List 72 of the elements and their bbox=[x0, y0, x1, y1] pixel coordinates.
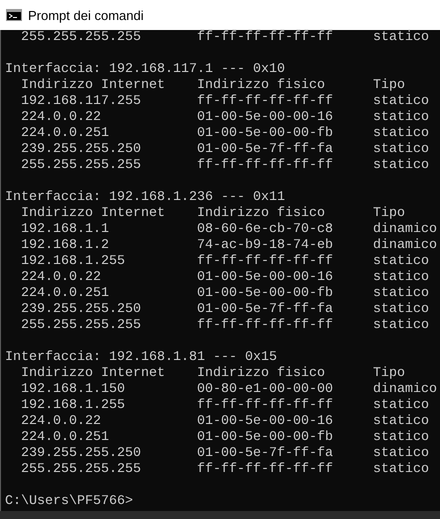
mac-address: ff-ff-ff-ff-ff-ff bbox=[197, 158, 334, 174]
mac-address: 08-60-6e-cb-70-c8 bbox=[197, 222, 334, 238]
mac-address: ff-ff-ff-ff-ff-ff bbox=[197, 94, 334, 110]
column-header: Indirizzo Internet bbox=[21, 206, 166, 222]
entry-type: statico bbox=[373, 94, 430, 110]
ip-address: 224.0.0.251 bbox=[21, 286, 110, 302]
entry-type: statico bbox=[373, 318, 430, 334]
mac-address: 01-00-5e-7f-ff-fa bbox=[197, 446, 334, 462]
ip-address: 192.168.1.150 bbox=[21, 382, 126, 398]
column-header: Indirizzo Internet bbox=[21, 78, 166, 94]
mac-address: 01-00-5e-00-00-16 bbox=[197, 414, 334, 430]
mac-address: 01-00-5e-00-00-16 bbox=[197, 110, 334, 126]
ip-address: 224.0.0.22 bbox=[21, 270, 102, 286]
ip-address: 255.255.255.255 bbox=[21, 462, 142, 478]
column-header: Indirizzo fisico bbox=[197, 366, 326, 382]
column-header: Indirizzo fisico bbox=[197, 78, 326, 94]
entry-type: statico bbox=[373, 270, 430, 286]
ip-address: 224.0.0.22 bbox=[21, 110, 102, 126]
mac-address: 01-00-5e-00-00-fb bbox=[197, 286, 334, 302]
mac-address: 74-ac-b9-18-74-eb bbox=[197, 238, 334, 254]
interface-line: Interfaccia: 192.168.117.1 --- 0x10 bbox=[5, 62, 285, 77]
entry-type: statico bbox=[373, 158, 430, 174]
column-header: Indirizzo fisico bbox=[197, 206, 326, 222]
ip-address: 224.0.0.251 bbox=[21, 126, 110, 142]
interface-line: Interfaccia: 192.168.1.236 --- 0x11 bbox=[5, 190, 285, 205]
ip-address: 192.168.117.255 bbox=[21, 94, 142, 110]
terminal-icon bbox=[6, 9, 22, 21]
mac-address: ff-ff-ff-ff-ff-ff bbox=[197, 318, 334, 334]
ip-address: 255.255.255.255 bbox=[21, 158, 142, 174]
entry-type: statico bbox=[373, 142, 430, 158]
command-prompt[interactable]: C:\Users\PF5766> bbox=[5, 494, 133, 509]
entry-type: statico bbox=[373, 126, 430, 142]
ip-address: 192.168.1.255 bbox=[21, 398, 126, 414]
ip-address: 255.255.255.255 bbox=[21, 30, 142, 46]
entry-type: statico bbox=[373, 430, 430, 446]
interface-line: Interfaccia: 192.168.1.81 --- 0x15 bbox=[5, 350, 277, 365]
entry-type: statico bbox=[373, 398, 430, 414]
entry-type: statico bbox=[373, 254, 430, 270]
ip-address: 255.255.255.255 bbox=[21, 318, 142, 334]
mac-address: ff-ff-ff-ff-ff-ff bbox=[197, 462, 334, 478]
entry-type: statico bbox=[373, 286, 430, 302]
mac-address: ff-ff-ff-ff-ff-ff bbox=[197, 30, 334, 46]
ip-address: 192.168.1.1 bbox=[21, 222, 110, 238]
column-header: Tipo bbox=[373, 206, 406, 222]
ip-address: 192.168.1.255 bbox=[21, 254, 126, 270]
column-header: Indirizzo Internet bbox=[21, 366, 166, 382]
ip-address: 224.0.0.251 bbox=[21, 430, 110, 446]
entry-type: dinamico bbox=[373, 382, 438, 398]
entry-type: dinamico bbox=[373, 238, 438, 254]
mac-address: ff-ff-ff-ff-ff-ff bbox=[197, 254, 334, 270]
column-header: Tipo bbox=[373, 78, 406, 94]
mac-address: 00-80-e1-00-00-00 bbox=[197, 382, 334, 398]
entry-type: dinamico bbox=[373, 222, 438, 238]
ip-address: 239.255.255.250 bbox=[21, 142, 142, 158]
ip-address: 192.168.1.2 bbox=[21, 238, 110, 254]
entry-type: statico bbox=[373, 446, 430, 462]
mac-address: ff-ff-ff-ff-ff-ff bbox=[197, 398, 334, 414]
ip-address: 224.0.0.22 bbox=[21, 414, 102, 430]
mac-address: 01-00-5e-00-00-16 bbox=[197, 270, 334, 286]
ip-address: 239.255.255.250 bbox=[21, 446, 142, 462]
window-title: Prompt dei comandi bbox=[28, 8, 144, 22]
column-header: Tipo bbox=[373, 366, 406, 382]
ip-address: 239.255.255.250 bbox=[21, 302, 142, 318]
entry-type: statico bbox=[373, 414, 430, 430]
mac-address: 01-00-5e-7f-ff-fa bbox=[197, 302, 334, 318]
mac-address: 01-00-5e-7f-ff-fa bbox=[197, 142, 334, 158]
entry-type: statico bbox=[373, 110, 430, 126]
entry-type: statico bbox=[373, 302, 430, 318]
entry-type: statico bbox=[373, 30, 430, 46]
entry-type: statico bbox=[373, 462, 430, 478]
mac-address: 01-00-5e-00-00-fb bbox=[197, 126, 334, 142]
mac-address: 01-00-5e-00-00-fb bbox=[197, 430, 334, 446]
